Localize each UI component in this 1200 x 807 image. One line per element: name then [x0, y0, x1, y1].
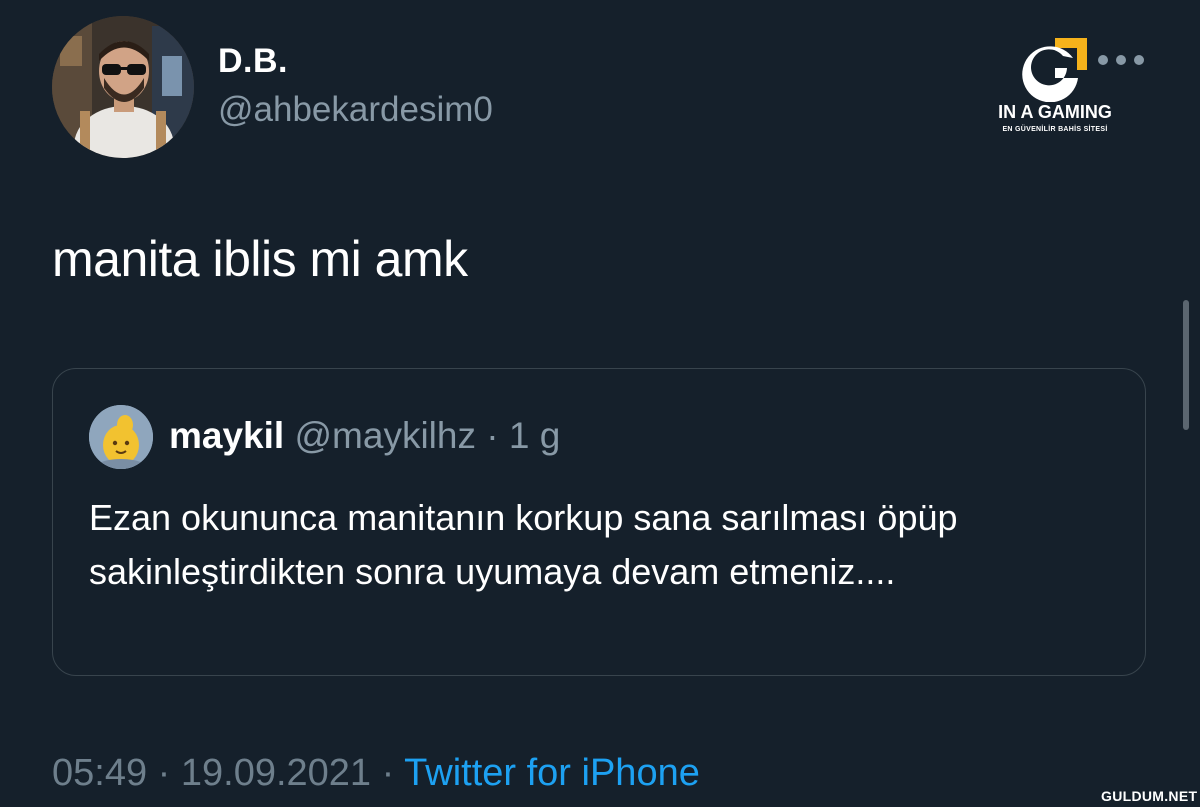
more-horizontal-icon-dot [1134, 55, 1144, 65]
quoted-tweet-header: maykil @maykilhz · 1 g [169, 415, 560, 457]
tweet-source-link[interactable]: Twitter for iPhone [404, 752, 700, 794]
metadata-separator: · [381, 752, 395, 794]
author-handle[interactable]: @ahbekardesim0 [218, 90, 493, 130]
quoted-author-avatar[interactable] [89, 405, 153, 469]
more-horizontal-icon [1098, 55, 1108, 65]
author-avatar[interactable] [52, 16, 194, 158]
brand-tagline: EN GÜVENİLİR BAHİS SİTESİ [1002, 126, 1108, 133]
quoted-tweet-card[interactable]: maykil @maykilhz · 1 g Ezan okununca man… [52, 368, 1146, 676]
scrollbar[interactable] [1183, 300, 1189, 430]
quoted-author-handle[interactable]: @maykilhz [294, 415, 475, 456]
quoted-author-photo [89, 405, 153, 469]
tweet-text: manita iblis mi amk [52, 231, 468, 287]
quoted-author-display-name[interactable]: maykil [169, 415, 284, 456]
author-display-name[interactable]: D.B. [218, 42, 288, 81]
metadata-separator: · [157, 752, 171, 794]
tweet-metadata: 05:49 · 19.09.2021 · Twitter for iPhone [52, 752, 700, 795]
tweet-date[interactable]: 19.09.2021 [181, 752, 371, 794]
quoted-separator: · [486, 415, 499, 456]
brand-overlay: IN A GAMING EN GÜVENİLİR BAHİS SİTESİ [985, 32, 1125, 142]
quoted-tweet-age[interactable]: 1 g [509, 415, 560, 456]
author-photo [52, 16, 194, 158]
more-horizontal-icon-dot [1116, 55, 1126, 65]
more-options-button[interactable] [1098, 52, 1144, 68]
tweet-time[interactable]: 05:49 [52, 752, 147, 794]
brand-name: IN A GAMING [998, 102, 1112, 122]
quoted-tweet-text: Ezan okununca manitanın korkup sana sarı… [89, 497, 958, 592]
site-watermark: GULDUM.NET [1101, 788, 1198, 804]
